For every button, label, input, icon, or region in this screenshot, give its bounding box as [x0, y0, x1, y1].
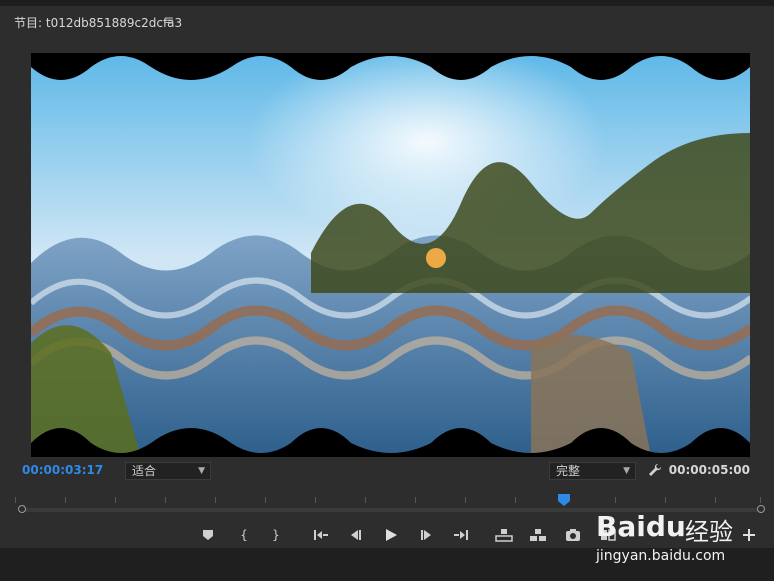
mark-out-button[interactable]: }	[266, 525, 286, 545]
step-forward-button[interactable]	[416, 525, 436, 545]
mark-in-button[interactable]: {	[234, 525, 254, 545]
extract-icon	[530, 529, 546, 541]
panel-title: 节目: t012db851889c2dcfa3	[14, 16, 183, 30]
extract-button[interactable]	[528, 525, 548, 545]
hamburger-icon[interactable]: ≡	[164, 13, 174, 27]
watermark-brand: Baidu	[596, 510, 686, 543]
zoom-select[interactable]: 适合 ▼	[125, 462, 211, 480]
go-to-in-icon	[314, 530, 328, 540]
playhead[interactable]	[558, 491, 570, 506]
mark-in-icon: {	[240, 528, 248, 542]
program-monitor-panel: 节目: t012db851889c2dcfa3 ≡ 00:00:03:17 适合…	[0, 0, 774, 548]
watermark: Baidu 经验 jingyan.baidu.com	[590, 496, 740, 572]
program-monitor: 节目: t012db851889c2dcfa3 ≡ 00:00:03:17 适合…	[0, 0, 774, 581]
export-frame-button[interactable]	[563, 525, 583, 545]
play-button[interactable]	[381, 525, 401, 545]
watermark-url: jingyan.baidu.com	[596, 548, 726, 564]
zoom-handle-left[interactable]	[18, 505, 26, 513]
mark-out-icon: }	[272, 528, 280, 542]
add-marker-button[interactable]	[198, 525, 218, 545]
wrench-icon[interactable]	[647, 462, 663, 478]
step-back-button[interactable]	[346, 525, 366, 545]
camera-icon	[566, 529, 580, 541]
add-button[interactable]	[739, 525, 759, 545]
step-back-icon	[351, 530, 361, 540]
watermark-brand-cn: 经验	[685, 518, 733, 546]
chevron-down-icon: ▼	[198, 466, 205, 476]
marker-icon	[203, 530, 213, 540]
chevron-down-icon: ▼	[623, 466, 630, 476]
zoom-handle-right[interactable]	[757, 505, 765, 513]
quality-select[interactable]: 完整 ▼	[549, 462, 636, 480]
play-icon	[386, 529, 397, 541]
video-frame	[31, 53, 750, 457]
plus-icon	[743, 529, 755, 541]
lift-button[interactable]	[494, 525, 514, 545]
zoom-select-value: 适合	[132, 464, 157, 478]
go-to-out-icon	[454, 530, 468, 540]
go-to-in-button[interactable]	[311, 525, 331, 545]
lift-icon	[495, 529, 513, 542]
duration-timecode: 00:00:05:00	[668, 463, 750, 477]
current-timecode[interactable]: 00:00:03:17	[22, 463, 103, 477]
video-preview	[31, 53, 750, 457]
quality-select-value: 完整	[556, 464, 581, 478]
go-to-out-button[interactable]	[451, 525, 471, 545]
step-forward-icon	[421, 530, 431, 540]
